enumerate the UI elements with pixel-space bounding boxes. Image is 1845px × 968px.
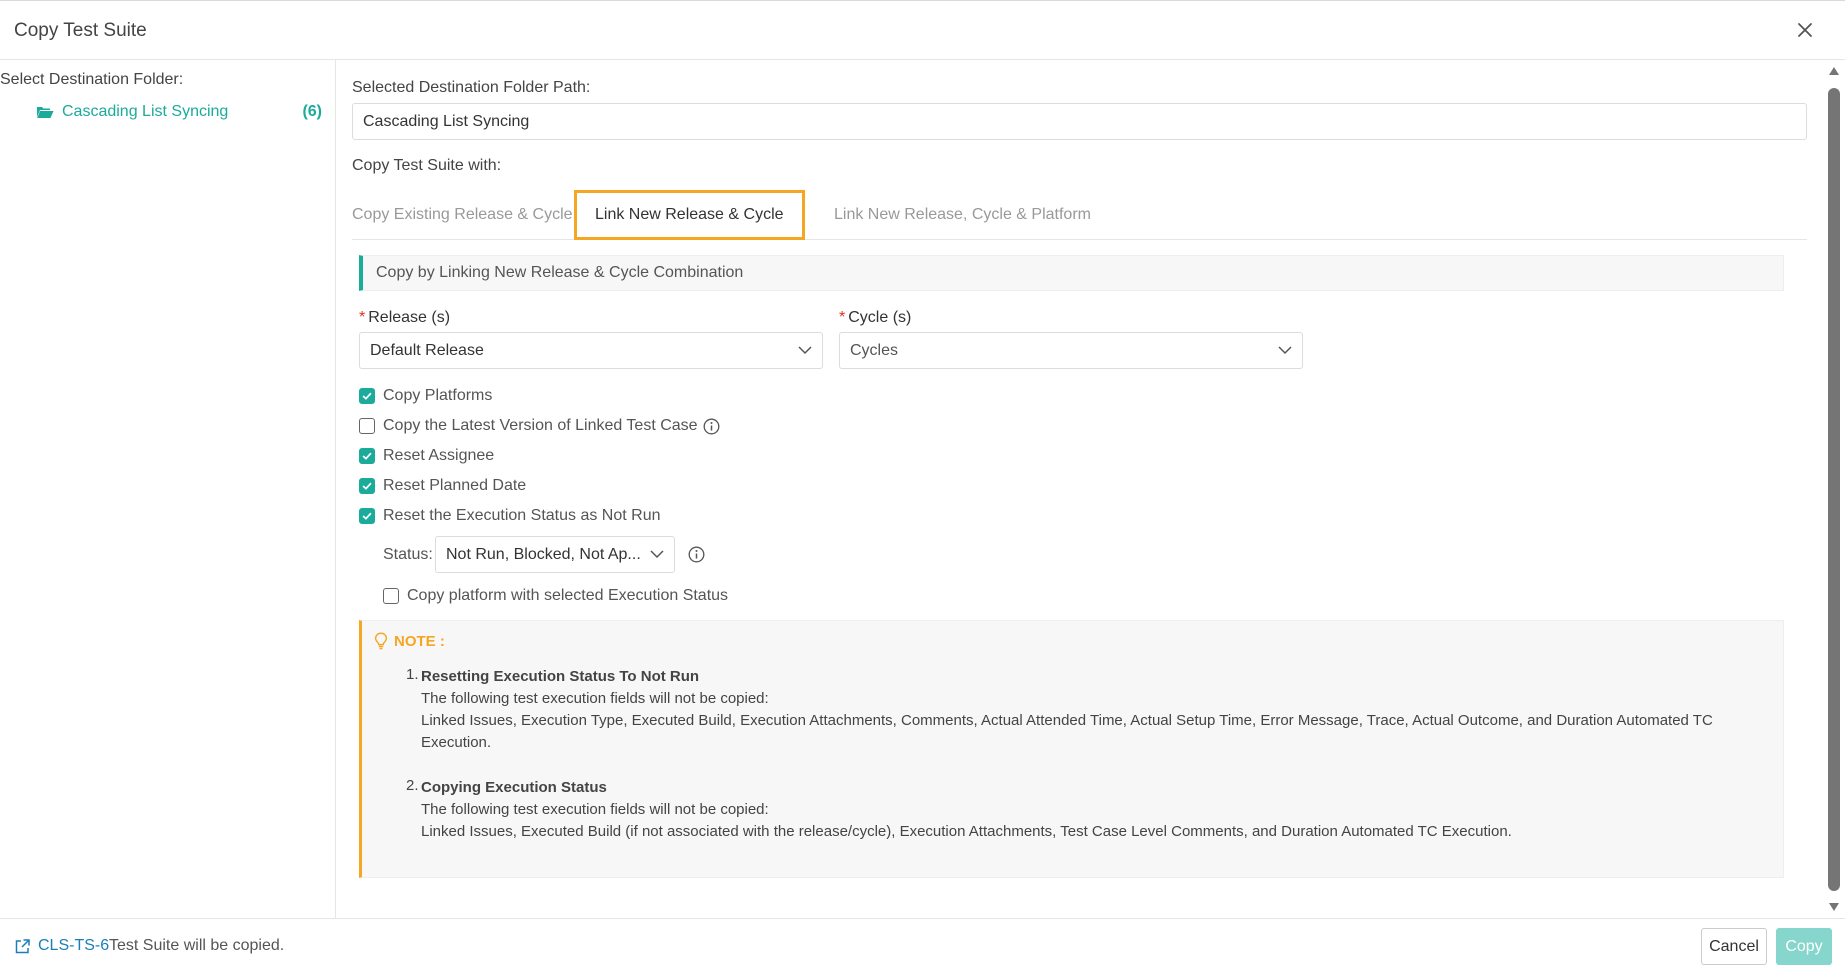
tree-item-label: Cascading List Syncing xyxy=(62,103,229,120)
copy-latest-version-checkbox[interactable]: Copy the Latest Version of Linked Test C… xyxy=(359,415,720,437)
cycle-select-placeholder: Cycles xyxy=(850,342,899,359)
chevron-down-icon xyxy=(1278,346,1292,355)
copy-mode-tabs: Copy Existing Release & Cycle Link New R… xyxy=(352,190,1807,240)
note-item-heading: Resetting Execution Status To Not Run xyxy=(421,668,700,685)
reset-assignee-checkbox[interactable]: Reset Assignee xyxy=(359,445,494,467)
checkbox-checked-icon xyxy=(359,478,375,494)
scrollbar-thumb[interactable] xyxy=(1828,88,1840,891)
tab-link-new-release-cycle-platform[interactable]: Link New Release, Cycle & Platform xyxy=(834,190,1091,240)
checkbox-checked-icon xyxy=(359,508,375,524)
close-icon[interactable] xyxy=(1793,18,1817,42)
reset-execution-status-checkbox[interactable]: Reset the Execution Status as Not Run xyxy=(359,505,660,527)
checkbox-unchecked-icon xyxy=(359,418,375,434)
cycle-label: * Cycle (s) xyxy=(839,309,912,326)
footer-message: Test Suite will be copied. xyxy=(109,937,285,954)
note-header: NOTE : xyxy=(374,632,445,650)
main-content: Selected Destination Folder Path: Copy T… xyxy=(337,60,1825,918)
cycle-select[interactable]: Cycles xyxy=(839,332,1303,369)
copy-platform-with-status-checkbox[interactable]: Copy platform with selected Execution St… xyxy=(383,585,728,607)
note-title: NOTE : xyxy=(394,632,445,650)
destination-path-input[interactable] xyxy=(352,103,1807,140)
copy-with-label: Copy Test Suite with: xyxy=(352,157,502,174)
reset-planned-date-checkbox[interactable]: Reset Planned Date xyxy=(359,475,526,497)
checkbox-checked-icon xyxy=(359,448,375,464)
scroll-up-icon[interactable] xyxy=(1828,66,1840,76)
tree-item-cascading-list-syncing[interactable]: Cascading List Syncing (6) xyxy=(36,100,326,124)
required-mark: * xyxy=(359,309,366,326)
checkbox-checked-icon xyxy=(359,388,375,404)
release-label: * Release (s) xyxy=(359,309,451,326)
folder-open-icon xyxy=(37,107,54,118)
lightbulb-icon xyxy=(374,632,388,650)
scroll-down-icon[interactable] xyxy=(1828,902,1840,912)
release-select[interactable]: Default Release xyxy=(359,332,823,369)
modal-title: Copy Test Suite xyxy=(14,20,147,41)
note-item-heading: Copying Execution Status xyxy=(421,779,607,796)
note-box: NOTE : 1. Resetting Execution Status To … xyxy=(359,620,1784,878)
status-label: Status: xyxy=(383,546,433,563)
chevron-down-icon xyxy=(650,550,664,559)
test-suite-id-link[interactable]: CLS-TS-6 xyxy=(38,937,109,955)
tab-link-new-release-cycle[interactable]: Link New Release & Cycle xyxy=(574,190,805,240)
modal-header: Copy Test Suite xyxy=(0,1,1845,60)
modal-footer: CLS-TS-6 Test Suite will be copied. Canc… xyxy=(0,918,1845,968)
external-link-icon[interactable] xyxy=(14,938,31,955)
section-title: Copy by Linking New Release & Cycle Comb… xyxy=(359,255,1784,291)
tab-copy-existing-release-cycle[interactable]: Copy Existing Release & Cycle xyxy=(352,190,573,240)
status-info-icon[interactable] xyxy=(688,546,705,563)
checkbox-unchecked-icon xyxy=(383,588,399,604)
release-select-value: Default Release xyxy=(370,342,484,359)
status-select[interactable]: Not Run, Blocked, Not Ap... xyxy=(435,536,675,573)
required-mark: * xyxy=(839,309,846,326)
copy-button[interactable]: Copy xyxy=(1776,928,1832,965)
cancel-button[interactable]: Cancel xyxy=(1701,928,1767,965)
copy-platforms-checkbox[interactable]: Copy Platforms xyxy=(359,385,492,407)
chevron-down-icon xyxy=(798,346,812,355)
folder-tree-pane: Select Destination Folder: Cascading Lis… xyxy=(0,60,336,918)
tree-item-count: (6) xyxy=(302,103,322,120)
destination-path-label: Selected Destination Folder Path: xyxy=(352,79,591,96)
destination-folder-label: Select Destination Folder: xyxy=(0,71,184,88)
info-icon[interactable] xyxy=(703,418,720,435)
status-select-value: Not Run, Blocked, Not Ap... xyxy=(446,546,641,563)
